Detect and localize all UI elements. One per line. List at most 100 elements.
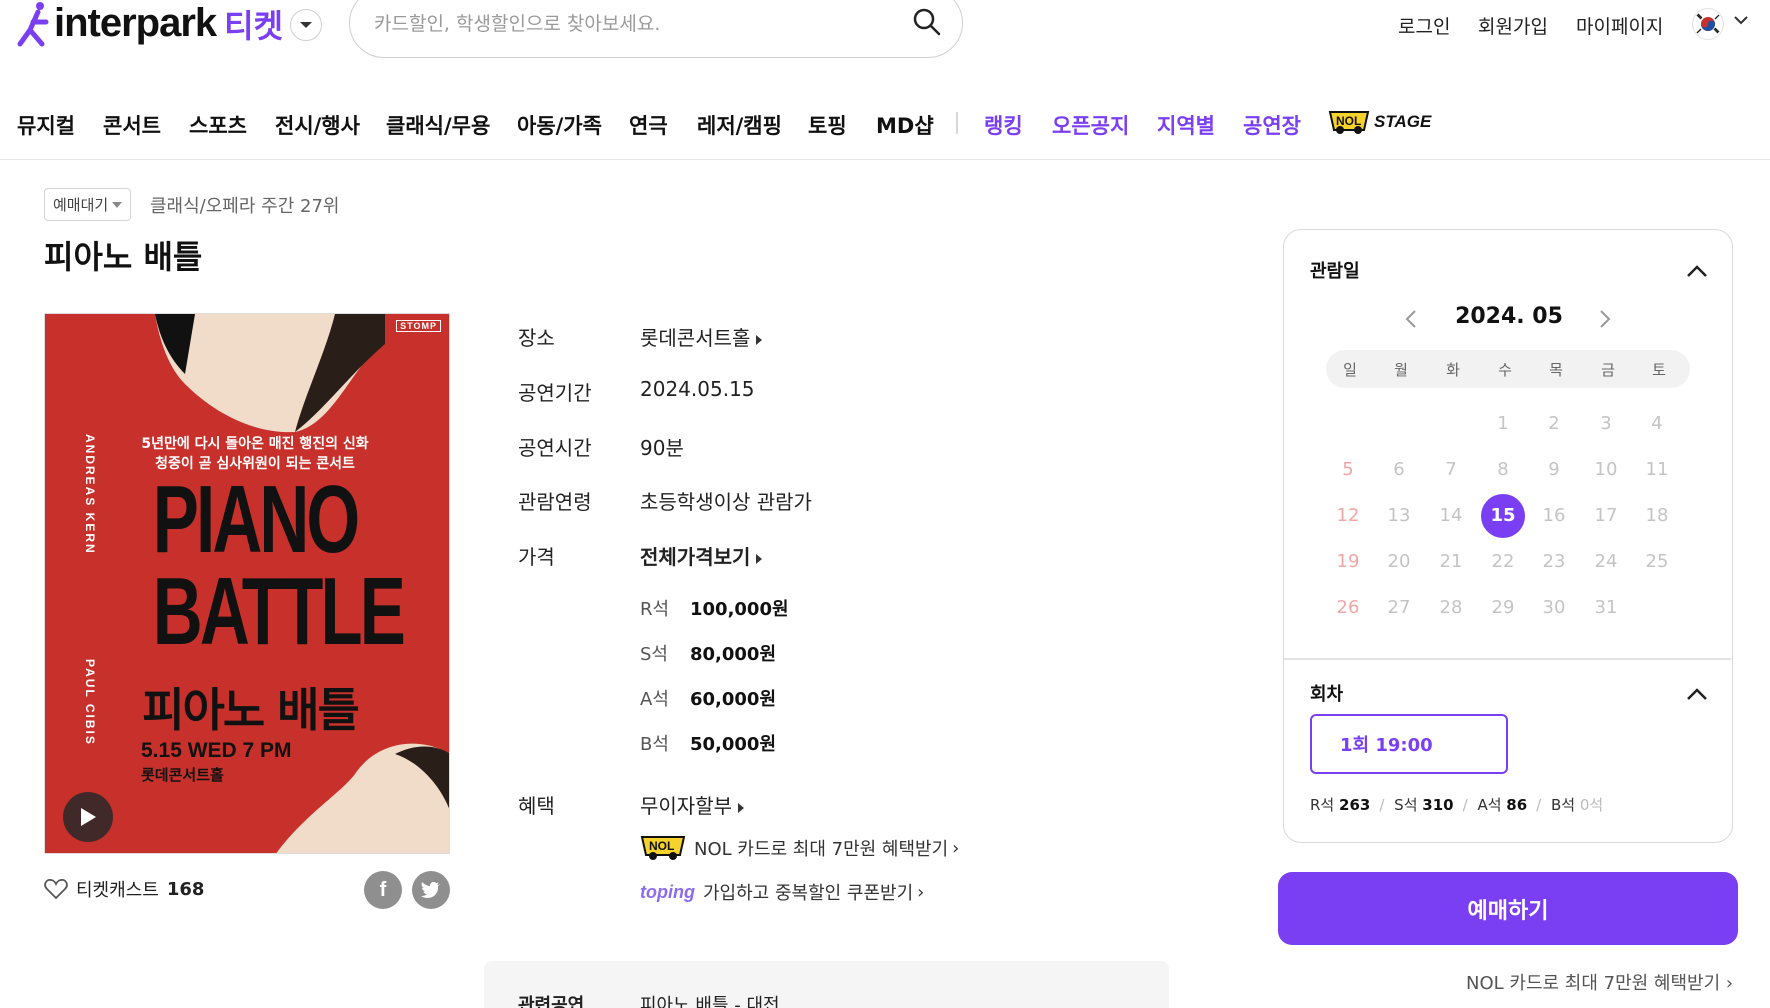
- calendar-day: 30: [1542, 597, 1566, 618]
- calendar-day: 6: [1393, 459, 1405, 480]
- calendar-day: 25: [1645, 551, 1669, 572]
- book-button[interactable]: 예매하기: [1278, 872, 1738, 945]
- next-month-button[interactable]: [1598, 308, 1612, 330]
- seat-grade: A석: [640, 689, 669, 710]
- status-badge[interactable]: 예매대기: [44, 188, 132, 221]
- seat-count: 263: [1339, 796, 1371, 814]
- weekly-rank[interactable]: 클래식/오페라 주간 27위: [150, 192, 339, 218]
- ticketcast-count: 168: [166, 878, 205, 900]
- poster-name-2: PAUL CIBIS: [83, 659, 97, 746]
- weekday-header: 일 월 화 수 목 금 토: [1326, 350, 1690, 388]
- nav-musical[interactable]: 뮤지컬: [17, 110, 75, 140]
- calendar-day: 18: [1645, 505, 1669, 526]
- nav-open-notice[interactable]: 오픈공지: [1052, 110, 1129, 140]
- venue-link[interactable]: 롯데콘서트홀: [640, 322, 763, 351]
- chevron-down-icon[interactable]: [1734, 14, 1748, 26]
- facebook-share-button[interactable]: f: [364, 871, 402, 909]
- date-section-title: 관람일: [1310, 261, 1360, 282]
- signup-link[interactable]: 회원가입: [1478, 12, 1548, 39]
- mypage-link[interactable]: 마이페이지: [1576, 12, 1663, 39]
- seat-grade: R석: [1310, 796, 1335, 814]
- seat-grade: S석: [1394, 796, 1418, 814]
- venue-label: 장소: [518, 326, 555, 350]
- nav-theater[interactable]: 연극: [629, 110, 668, 140]
- nav-venue[interactable]: 공연장: [1243, 110, 1301, 140]
- panel-divider: [1284, 658, 1731, 660]
- age-value: 초등학생이상 관람가: [640, 490, 812, 514]
- chevron-right-icon: ›: [952, 837, 960, 859]
- calendar-day: 26: [1336, 597, 1360, 618]
- nav-region[interactable]: 지역별: [1157, 110, 1215, 140]
- seat-grade: B석: [640, 734, 669, 755]
- runtime-label: 공연시간: [518, 436, 592, 460]
- calendar-day: 14: [1439, 505, 1463, 526]
- login-link[interactable]: 로그인: [1398, 12, 1450, 39]
- nav-toping[interactable]: 토핑: [808, 110, 847, 140]
- seat-price: 80,000원: [690, 644, 777, 665]
- installment-link[interactable]: 무이자할부: [640, 790, 744, 819]
- price-item: B석 50,000원: [640, 730, 776, 756]
- nol-card-benefit-link[interactable]: NOL NOL 카드로 최대 7만원 혜택받기 ›: [640, 833, 959, 863]
- nol-card-promo-link[interactable]: NOL 카드로 최대 7만원 혜택받기 ›: [1466, 969, 1733, 995]
- weekday-label: 목: [1549, 361, 1563, 379]
- nol-logo-icon: NOL: [640, 836, 686, 860]
- interpark-ticket-logo[interactable]: interpark 티켓: [16, 0, 283, 50]
- play-video-button[interactable]: [63, 792, 113, 842]
- search-icon[interactable]: [912, 7, 942, 37]
- calendar-day: 2: [1548, 413, 1560, 434]
- session-option[interactable]: 1회 19:00: [1310, 714, 1508, 774]
- benefit-label: 혜택: [518, 794, 555, 818]
- service-dropdown-button[interactable]: [290, 9, 322, 41]
- calendar-day: 1: [1497, 413, 1509, 434]
- search-input[interactable]: [374, 9, 874, 39]
- nav-divider-line: [0, 159, 1770, 160]
- poster-image[interactable]: 5년만에 다시 돌아온 매진 행진의 신화 청중이 곧 심사위원이 되는 콘서트…: [44, 313, 450, 854]
- calendar-day-selected[interactable]: 15: [1481, 494, 1525, 538]
- caret-right-icon: [756, 334, 763, 345]
- nol-stage-link[interactable]: NOL STAGE: [1328, 108, 1431, 136]
- seat-price: 60,000원: [690, 689, 777, 710]
- weekday-label: 일: [1343, 361, 1357, 379]
- ticketcast-button[interactable]: 티켓캐스트 168: [44, 876, 204, 902]
- nav-mdshop[interactable]: MD샵: [876, 110, 934, 140]
- seat-grade: A석: [1477, 796, 1502, 814]
- caret-down-icon: [300, 22, 312, 28]
- facebook-icon: f: [379, 878, 387, 901]
- nav-sports[interactable]: 스포츠: [189, 110, 247, 140]
- calendar-day: 21: [1439, 551, 1463, 572]
- svg-text:NOL: NOL: [1336, 114, 1361, 128]
- nav-classic[interactable]: 클래식/무용: [386, 110, 490, 140]
- calendar-day: 20: [1387, 551, 1411, 572]
- toping-coupon-text: 가입하고 중복할인 쿠폰받기: [702, 883, 914, 904]
- chevron-up-icon[interactable]: [1684, 258, 1710, 284]
- calendar-day: 9: [1548, 459, 1560, 480]
- calendar-day: 12: [1336, 505, 1360, 526]
- nav-concert[interactable]: 콘서트: [103, 110, 161, 140]
- nav-exhibition[interactable]: 전시/행사: [275, 110, 360, 140]
- calendar-day: 19: [1336, 551, 1360, 572]
- caret-right-icon: [756, 553, 763, 564]
- nol-stage-text: STAGE: [1374, 112, 1432, 131]
- related-performance-link[interactable]: 피아노 배틀 - 대전: [640, 991, 780, 1008]
- nav-leisure[interactable]: 레저/캠핑: [697, 110, 782, 140]
- language-flag-icon[interactable]: [1692, 8, 1724, 40]
- booking-panel: 관람일 2024. 05 일 월 화 수 목 금 토 1 2 3 4 5 6 7 8 9 10 11…: [1283, 229, 1733, 843]
- calendar-day: 3: [1600, 413, 1612, 434]
- seat-price: 50,000원: [690, 734, 777, 755]
- seat-grade: B석: [1551, 796, 1576, 814]
- seat-count: 0석: [1579, 796, 1604, 814]
- toping-coupon-link[interactable]: toping 가입하고 중복할인 쿠폰받기 ›: [640, 879, 924, 905]
- nav-family[interactable]: 아동/가족: [517, 110, 602, 140]
- weekday-label: 수: [1498, 361, 1512, 379]
- logo-ticket-text: 티켓: [224, 7, 284, 45]
- ticketcast-label: 티켓캐스트: [76, 880, 159, 901]
- view-all-prices-link[interactable]: 전체가격보기: [640, 541, 763, 570]
- weekday-label: 금: [1601, 361, 1615, 379]
- calendar-month: 2024. 05: [1455, 304, 1563, 329]
- calendar-day: 16: [1542, 505, 1566, 526]
- nav-divider: [956, 112, 958, 134]
- nav-ranking[interactable]: 랭킹: [984, 110, 1023, 140]
- twitter-share-button[interactable]: [412, 871, 450, 909]
- calendar-day: 31: [1594, 597, 1618, 618]
- chevron-up-icon[interactable]: [1684, 681, 1710, 707]
